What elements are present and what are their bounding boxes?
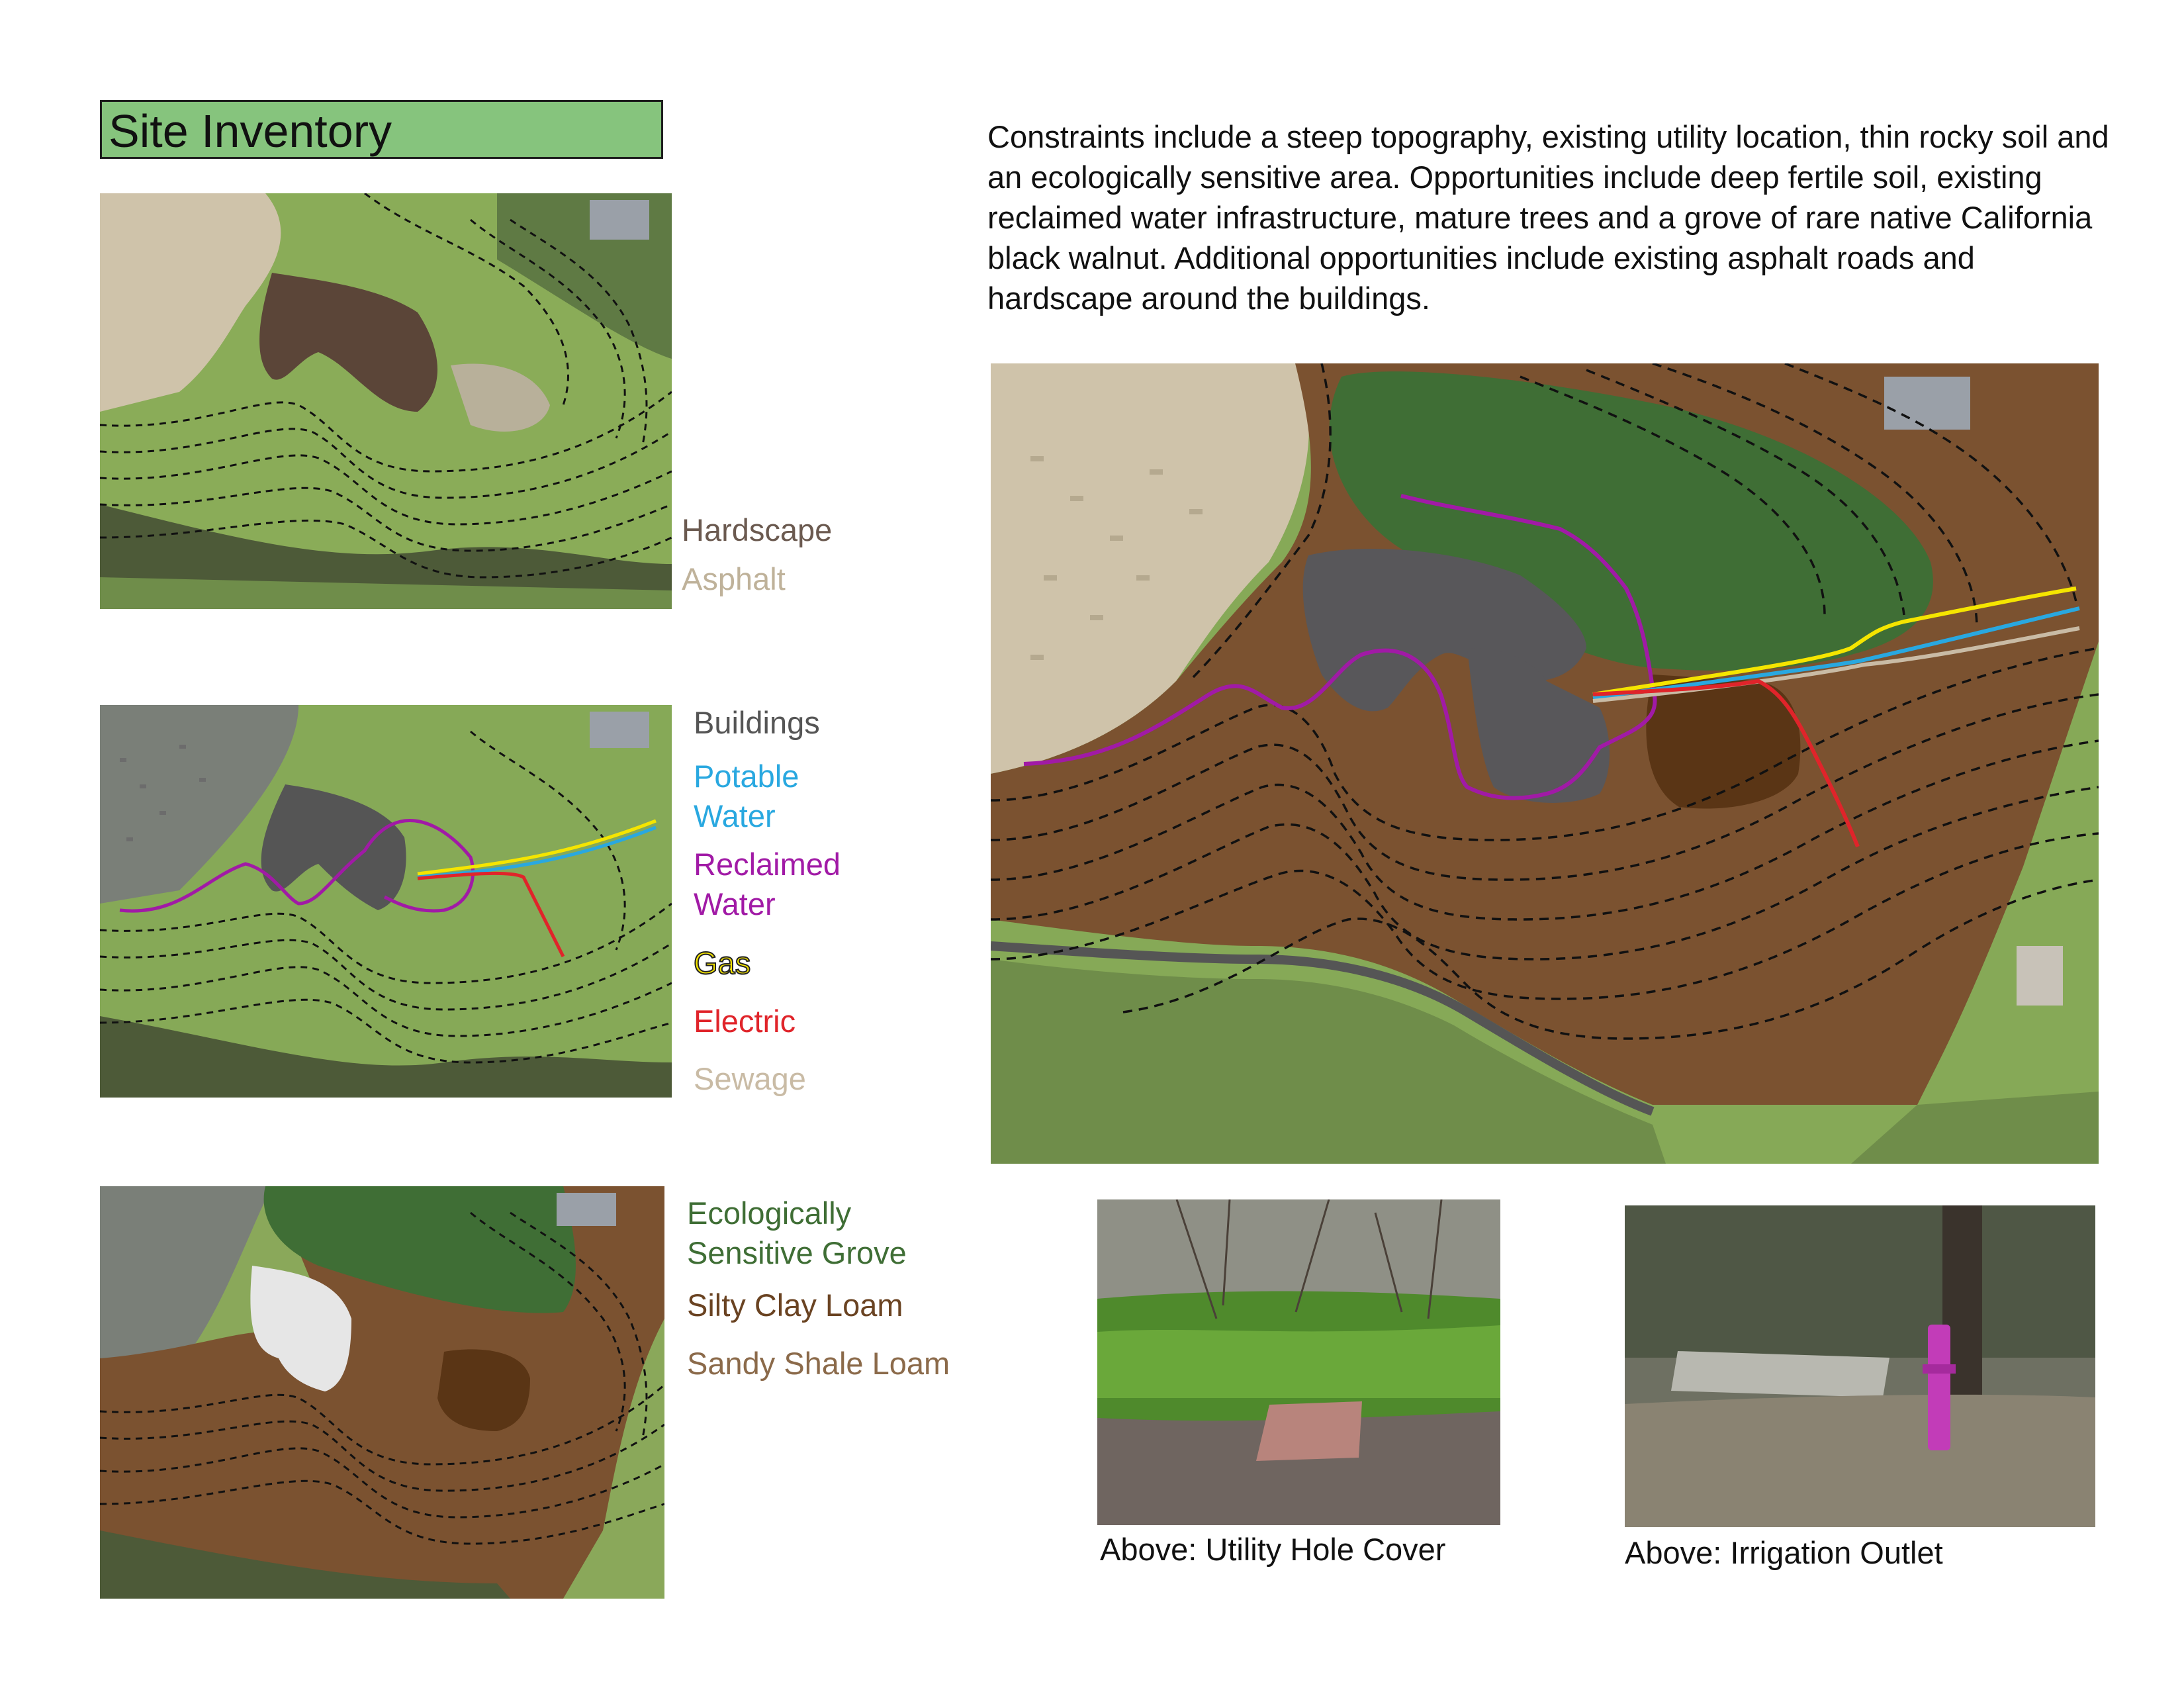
legend-gas: Gas xyxy=(693,945,751,981)
legend-buildings: Buildings xyxy=(694,705,820,740)
map-soils xyxy=(100,1186,664,1599)
title-box: Site Inventory xyxy=(100,100,663,159)
caption-irrigation-outlet: Above: Irrigation Outlet xyxy=(1625,1535,1943,1570)
photo-utility-hole-cover xyxy=(1097,1199,1500,1525)
map-combined xyxy=(991,363,2099,1164)
legend-silty-clay-loam: Silty Clay Loam xyxy=(687,1288,903,1323)
legend-grove-line2: Sensitive Grove xyxy=(687,1235,907,1270)
legend-reclaimed-line1: Reclaimed xyxy=(694,847,841,882)
page-title: Site Inventory xyxy=(109,105,392,157)
legend-grove-line1: Ecologically xyxy=(687,1196,852,1231)
legend-asphalt: Asphalt xyxy=(682,561,786,596)
intro-paragraph: Constraints include a steep topography, … xyxy=(987,119,2109,316)
legend-potable-line1: Potable xyxy=(694,759,799,794)
legend-potable-line2: Water xyxy=(694,798,776,833)
legend-sewage: Sewage xyxy=(694,1061,806,1096)
map-utilities xyxy=(100,705,672,1098)
legend-sandy-shale-loam: Sandy Shale Loam xyxy=(687,1346,950,1381)
legend-hardscape: Hardscape xyxy=(682,512,833,547)
map-hardscape xyxy=(100,193,672,609)
legend-electric: Electric xyxy=(694,1004,796,1039)
photo-irrigation-outlet xyxy=(1625,1205,2095,1527)
caption-utility-hole-cover: Above: Utility Hole Cover xyxy=(1100,1532,1446,1567)
legend-reclaimed-line2: Water xyxy=(694,886,776,921)
